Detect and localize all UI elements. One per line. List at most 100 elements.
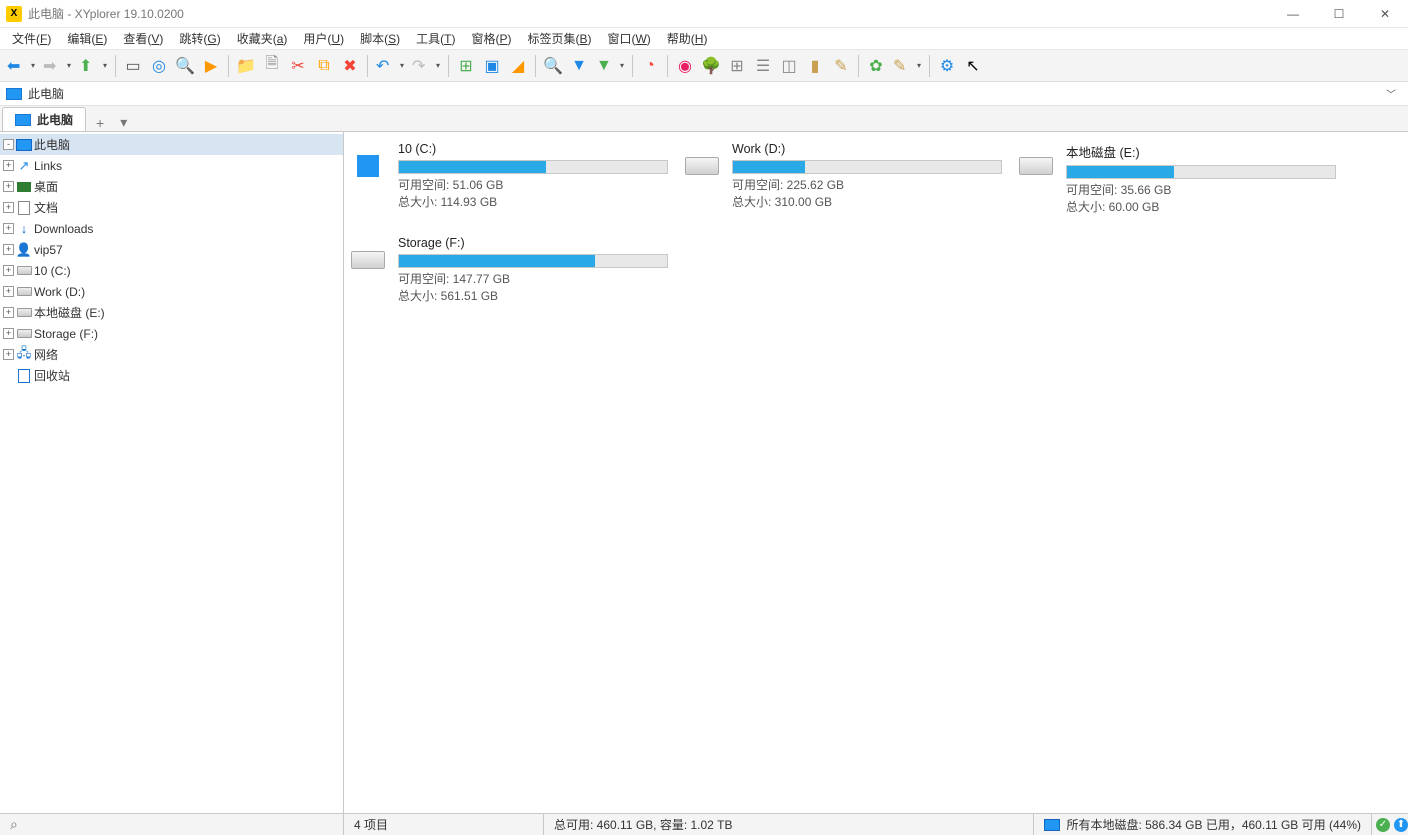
status-search[interactable]: ⌕ [0,814,344,835]
status-summary: 总可用: 460.11 GB, 容量: 1.02 TB [544,814,1034,835]
tab-menu-button[interactable]: ▾ [112,114,135,131]
target-button[interactable]: ◎ [147,54,171,78]
address-bar[interactable]: 此电脑 ﹀ [0,82,1408,106]
tree-item[interactable]: +10 (C:) [0,260,343,281]
menu-h[interactable]: 帮助(H) [659,28,716,49]
hdd-icon [1019,157,1053,175]
redo-button[interactable]: ↷ [409,54,443,78]
brush-icon[interactable]: ✎ [829,54,853,78]
tree-icon[interactable]: 🌳 [699,54,723,78]
tree-item[interactable]: +桌面 [0,176,343,197]
settings-button[interactable]: ⚙ [935,54,959,78]
expand-icon[interactable]: + [3,181,14,192]
drive-list: 10 (C:)可用空间: 51.06 GB总大小: 114.93 GBWork … [344,132,1408,813]
drive-icon [16,305,32,321]
menu-v[interactable]: 查看(V) [115,28,171,49]
expand-icon[interactable]: + [3,286,14,297]
link-icon: ↗ [16,158,32,174]
menu-w[interactable]: 窗口(W) [599,28,658,49]
menu-t[interactable]: 工具(T) [408,28,463,49]
properties-button[interactable]: ▭ [121,54,145,78]
menu-f[interactable]: 文件(F) [4,28,59,49]
title-bar: 此电脑 - XYplorer 19.10.0200 — ☐ ✕ [0,0,1408,28]
expand-icon[interactable]: + [3,244,14,255]
menu-p[interactable]: 窗格(P) [463,28,519,49]
expand-icon[interactable]: + [3,328,14,339]
tree-item[interactable]: +👤vip57 [0,239,343,260]
expand-icon[interactable]: + [3,202,14,213]
forward-button[interactable]: ➡ [40,54,74,78]
expand-icon[interactable]: + [3,349,14,360]
drive-item[interactable]: 本地磁盘 (E:) 可用空间: 35.66 GB总大小: 60.00 GB [1016,142,1336,216]
drive-free: 可用空间: 35.66 GB [1066,182,1336,199]
drive-item[interactable]: 10 (C:)可用空间: 51.06 GB总大小: 114.93 GB [348,142,668,216]
tree-button[interactable]: ⊞ [454,54,478,78]
wand-button[interactable]: ✎ [890,54,924,78]
menu-b[interactable]: 标签页集(B) [519,28,599,49]
search-button[interactable]: 🔍 [541,54,565,78]
pizza-icon[interactable]: ◢ [506,54,530,78]
preview-button[interactable]: ▣ [480,54,504,78]
tree-item[interactable]: + Storage (F:) [0,323,343,344]
cut-button[interactable]: ✂ [286,54,310,78]
drive-name: Storage (F:) [398,236,668,250]
menu-u[interactable]: 用户(U) [295,28,352,49]
new-file-button[interactable]: 🗎 [260,54,284,78]
expand-icon[interactable]: + [3,223,14,234]
copy-button[interactable]: ⧉ [312,54,336,78]
column-button[interactable]: ▮ [803,54,827,78]
window-title: 此电脑 - XYplorer 19.10.0200 [28,5,184,22]
undo-button[interactable]: ↶ [373,54,407,78]
maximize-button[interactable]: ☐ [1316,0,1362,28]
list-button[interactable]: ☰ [751,54,775,78]
spiral-icon[interactable]: ◉ [673,54,697,78]
filter-button[interactable]: ▼ [567,54,591,78]
tree-item[interactable]: +↗Links [0,155,343,176]
menu-e[interactable]: 编辑(E) [59,28,115,49]
search-icon: ⌕ [10,816,18,833]
tree-item[interactable]: 回收站 [0,365,343,386]
menu-s[interactable]: 脚本(S) [352,28,408,49]
flower-icon[interactable]: ✿ [864,54,888,78]
tree-item[interactable]: +文档 [0,197,343,218]
status-disks: 所有本地磁盘: 586.34 GB 已用，460.11 GB 可用 (44%) [1034,814,1372,835]
filter-green-button[interactable]: ▼ [593,54,627,78]
address-dropdown-icon[interactable]: ﹀ [1380,86,1402,101]
menu-a[interactable]: 收藏夹(a) [229,28,296,49]
new-folder-button[interactable]: 📁 [234,54,258,78]
drive-total: 总大小: 60.00 GB [1066,199,1336,216]
up-button[interactable]: ⬆ [76,54,110,78]
expand-icon[interactable]: + [3,307,14,318]
drive-name: 10 (C:) [398,142,668,156]
play-button[interactable]: ▶ [199,54,223,78]
tree-item[interactable]: +↓Downloads [0,218,343,239]
grid-button[interactable]: ⊞ [725,54,749,78]
new-tab-button[interactable]: + [88,115,112,131]
expand-icon[interactable]: - [3,139,14,150]
tab-this-pc[interactable]: 此电脑 [2,107,86,131]
close-button[interactable]: ✕ [1362,0,1408,28]
chart-button[interactable]: ◔ [638,54,662,78]
tree-item[interactable]: +Work (D:) [0,281,343,302]
pc-icon [16,137,32,153]
tree-item[interactable]: +🖧网络 [0,344,343,365]
expand-icon[interactable]: + [3,160,14,171]
split-button[interactable]: ◫ [777,54,801,78]
zoom-button[interactable]: 🔍 [173,54,197,78]
expand-icon[interactable]: + [3,265,14,276]
tree-label: Storage (F:) [34,327,98,341]
tab-bar: 此电脑 + ▾ [0,106,1408,132]
minimize-button[interactable]: — [1270,0,1316,28]
menu-g[interactable]: 跳转(G) [171,28,228,49]
drive-name: 本地磁盘 (E:) [1066,142,1336,161]
drive-icon [16,326,32,342]
tab-label: 此电脑 [37,111,73,128]
drive-item[interactable]: Work (D:)可用空间: 225.62 GB总大小: 310.00 GB [682,142,1002,216]
tree-item[interactable]: -此电脑 [0,134,343,155]
address-path: 此电脑 [28,85,64,102]
usage-bar [398,160,668,174]
drive-item[interactable]: Storage (F:)可用空间: 147.77 GB总大小: 561.51 G… [348,236,668,305]
tree-item[interactable]: +本地磁盘 (E:) [0,302,343,323]
back-button[interactable]: ⬅ [4,54,38,78]
delete-button[interactable]: ✖ [338,54,362,78]
